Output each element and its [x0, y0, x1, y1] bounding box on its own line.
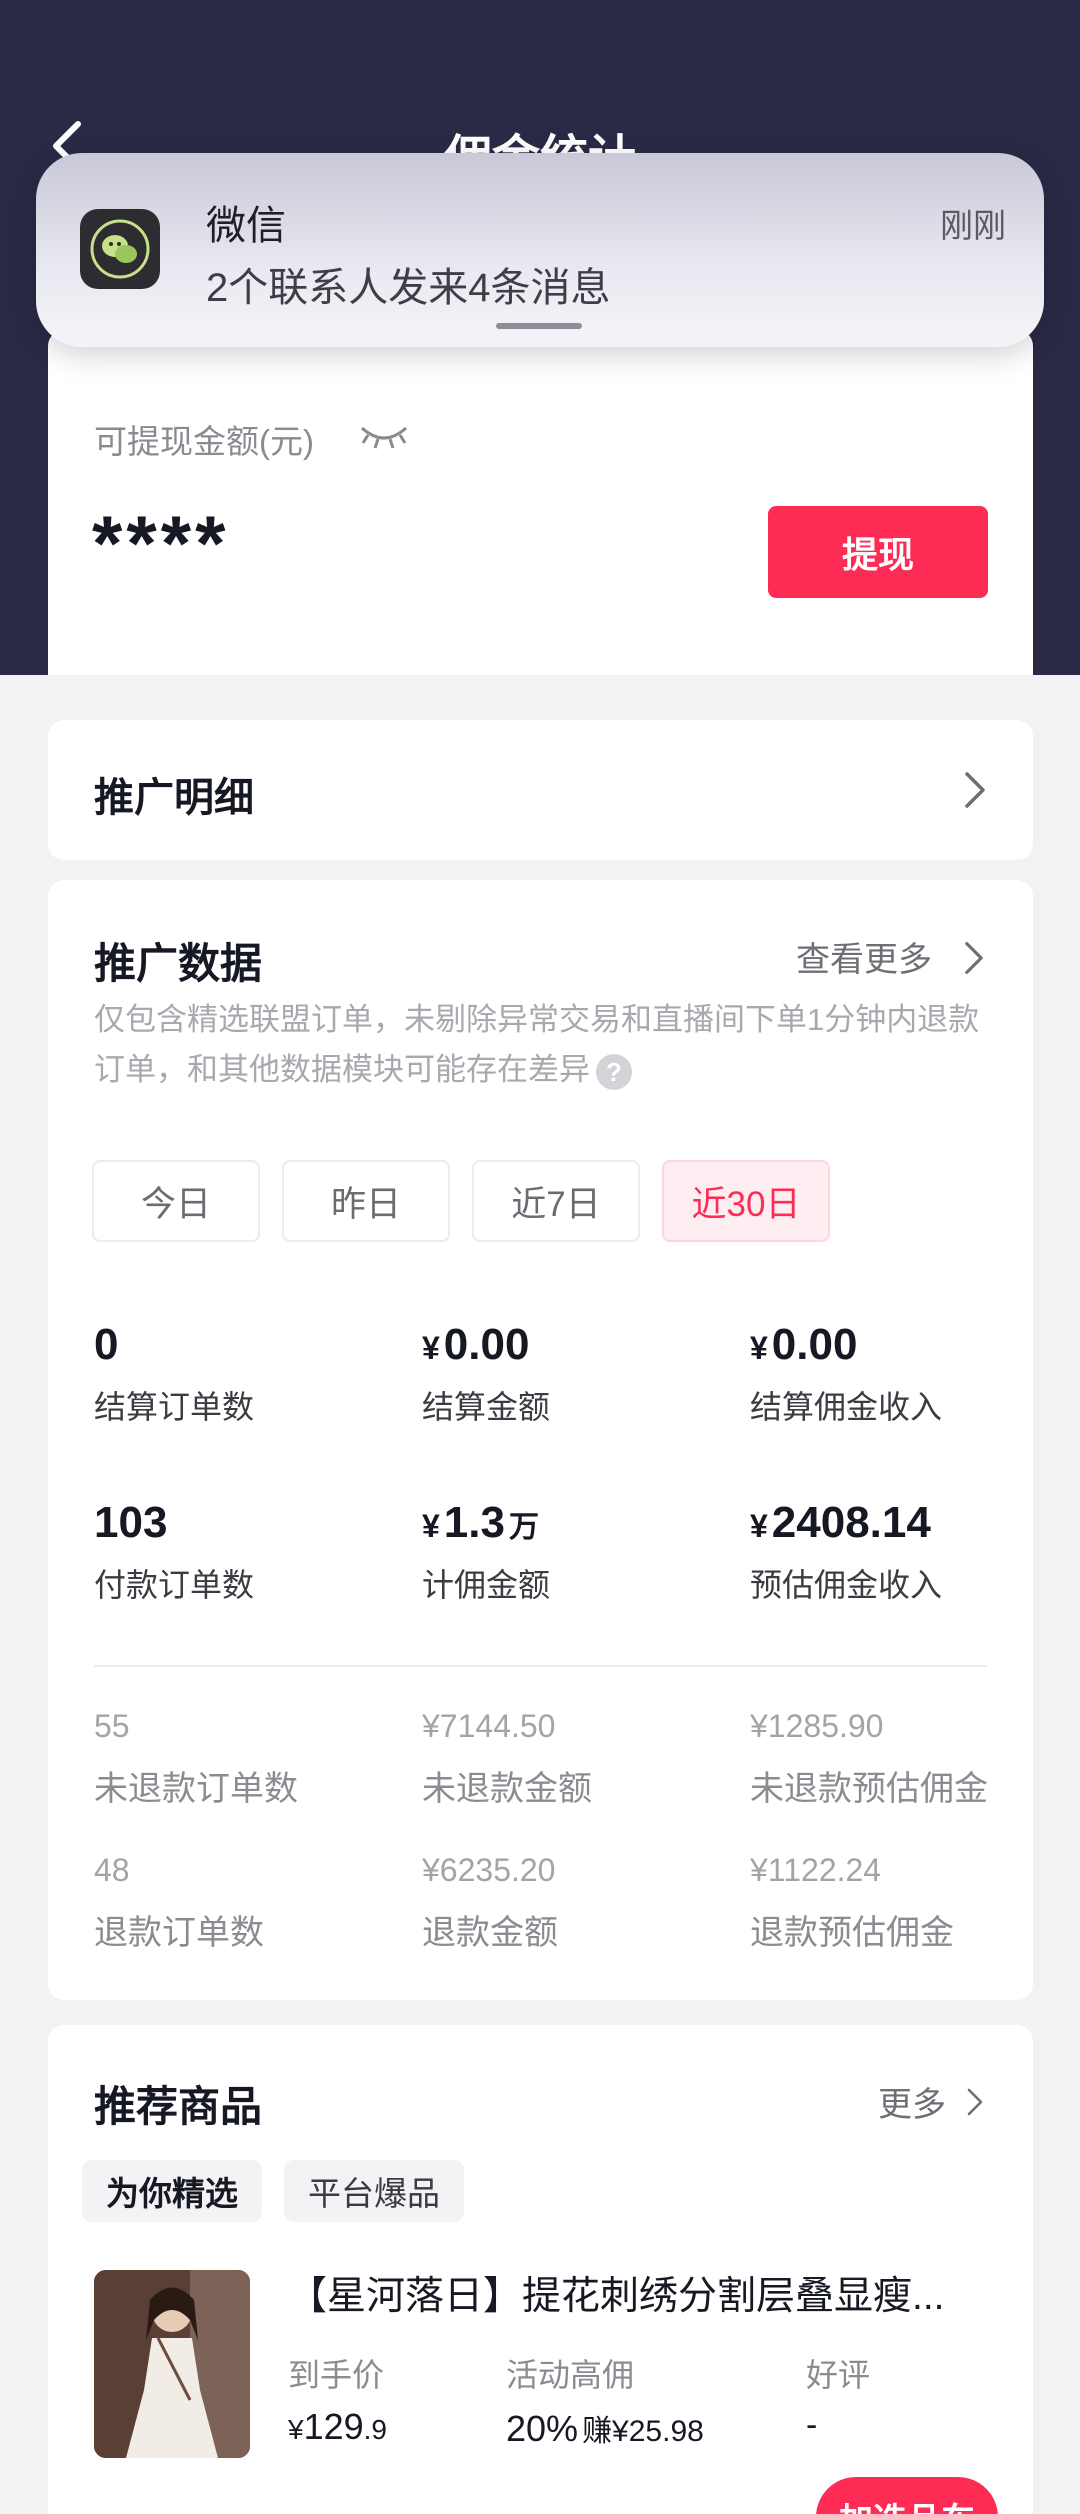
metric-value: 2408.14 [771, 1498, 931, 1547]
tab-7-days[interactable]: 近7日 [472, 1160, 640, 1242]
price-label: 到手价 [288, 2357, 385, 2393]
balance-value: **** [92, 499, 230, 587]
sub-metric-value: ¥6235.20 [422, 1852, 556, 1888]
metric-unit: 万 [508, 1511, 539, 1544]
notification-banner[interactable]: 微信 2个联系人发来4条消息 刚刚 [36, 153, 1044, 347]
tab-30-days[interactable]: 近30日 [662, 1160, 830, 1242]
rating-label: 好评 [806, 2357, 871, 2393]
chevron-right-icon[interactable] [966, 2087, 984, 2117]
tab-hot[interactable]: 平台爆品 [284, 2160, 464, 2222]
chevron-right-icon[interactable] [963, 940, 985, 976]
metric-value: 0 [94, 1320, 119, 1369]
sub-metric-label: 退款预估佣金 [750, 1914, 954, 1952]
sub-metric-value: ¥1285.90 [750, 1708, 884, 1744]
balance-card: 可提现金额(元) **** 提现 [48, 330, 1033, 675]
metric-paid-orders: 103 付款订单数 [94, 1498, 254, 1606]
product-rating: 好评 - [806, 2350, 870, 2445]
tab-today[interactable]: 今日 [92, 1160, 260, 1242]
sub-metric-value: ¥1122.24 [750, 1852, 882, 1888]
promo-detail-title: 推广明细 [94, 776, 254, 820]
price-decimal: .9 [363, 2414, 388, 2445]
sub-metric-refunded-amount: ¥6235.20 退款金额 [422, 1852, 558, 1954]
promo-data-note-text: 仅包含精选联盟订单，未剔除异常交易和直播间下单1分钟内退款订单，和其他数据模块可… [94, 1002, 980, 1087]
sub-metric-unrefunded-amount: ¥7144.50 未退款金额 [422, 1708, 592, 1810]
wechat-icon [80, 209, 160, 289]
currency-symbol: ¥ [422, 1508, 440, 1544]
sub-metric-label: 退款金额 [422, 1914, 558, 1952]
currency-symbol: ¥ [750, 1330, 768, 1366]
metric-value: 0.00 [443, 1320, 530, 1369]
eye-closed-icon[interactable] [358, 422, 410, 450]
add-to-selection-button[interactable]: 加选品车 [816, 2477, 998, 2514]
tab-curated[interactable]: 为你精选 [82, 2160, 262, 2222]
recommend-title: 推荐商品 [94, 2083, 263, 2130]
sub-metric-label: 未退款金额 [422, 1770, 592, 1808]
commission-earn: 赚¥25.98 [582, 2415, 704, 2448]
view-more-link[interactable]: 查看更多 [796, 932, 932, 981]
recommend-more-link[interactable]: 更多 [878, 2077, 946, 2126]
metric-label: 结算佣金收入 [750, 1389, 943, 1425]
sub-metric-label: 未退款订单数 [94, 1770, 298, 1808]
commission-rate: 20% [506, 2408, 579, 2449]
metric-commission-base: ¥1.3 万 计佣金额 [422, 1498, 550, 1606]
product-name[interactable]: 【星河落日】提花刺绣分割层叠显瘦... [288, 2265, 1008, 2321]
promo-detail-row[interactable]: 推广明细 [48, 720, 1033, 860]
sub-metric-unrefunded-orders: 55 未退款订单数 [94, 1708, 298, 1810]
metric-value: 1.3 [443, 1498, 505, 1547]
tab-yesterday[interactable]: 昨日 [282, 1160, 450, 1242]
promo-data-note: 仅包含精选联盟订单，未剔除异常交易和直播间下单1分钟内退款订单，和其他数据模块可… [94, 995, 994, 1095]
sub-metric-unrefunded-commission: ¥1285.90 未退款预估佣金 [750, 1708, 988, 1810]
metric-settled-amount: ¥0.00 结算金额 [422, 1320, 550, 1428]
metric-estimated-commission: ¥2408.14 预估佣金收入 [750, 1498, 942, 1606]
chevron-right-icon [965, 772, 985, 808]
metric-label: 预估佣金收入 [750, 1567, 943, 1603]
sub-metric-label: 未退款预估佣金 [750, 1770, 988, 1808]
product-commission: 活动高佣 20% 赚¥25.98 [506, 2350, 704, 2450]
metric-settled-orders: 0 结算订单数 [94, 1320, 254, 1428]
product-image[interactable] [94, 2270, 250, 2458]
metric-label: 付款订单数 [94, 1567, 255, 1603]
divider [94, 1665, 987, 1667]
sub-metric-label: 退款订单数 [94, 1914, 264, 1952]
notification-message: 2个联系人发来4条消息 [206, 266, 611, 310]
withdraw-button[interactable]: 提现 [768, 506, 988, 598]
sub-metric-value: ¥7144.50 [422, 1708, 556, 1744]
sub-metric-refunded-commission: ¥1122.24 退款预估佣金 [750, 1852, 954, 1954]
notification-handle[interactable] [496, 323, 582, 329]
commission-label: 活动高佣 [506, 2357, 635, 2393]
notification-time: 刚刚 [940, 207, 1006, 244]
promo-data-card: 推广数据 查看更多 仅包含精选联盟订单，未剔除异常交易和直播间下单1分钟内退款订… [48, 880, 1033, 2000]
metric-label: 结算金额 [422, 1389, 551, 1425]
period-tabs: 今日 昨日 近7日 近30日 [92, 1160, 830, 1242]
sub-metric-value: 55 [94, 1708, 130, 1744]
sub-metric-value: 48 [94, 1852, 130, 1888]
promo-data-title: 推广数据 [94, 940, 263, 987]
price-integer: 129 [303, 2406, 364, 2447]
currency-symbol: ¥ [422, 1330, 440, 1366]
help-icon[interactable]: ? [596, 1053, 632, 1090]
recommend-tabs: 为你精选 平台爆品 [82, 2160, 464, 2222]
metric-value: 103 [94, 1498, 168, 1547]
metric-label: 计佣金额 [422, 1567, 551, 1603]
price-currency: ¥ [288, 2414, 304, 2445]
currency-symbol: ¥ [750, 1508, 768, 1544]
notification-app-name: 微信 [206, 204, 286, 248]
balance-label: 可提现金额(元) [94, 423, 314, 460]
recommend-card: 推荐商品 更多 为你精选 平台爆品 【星河落日】提花刺绣分割层叠显瘦... 到手… [48, 2025, 1033, 2514]
metric-value: 0.00 [771, 1320, 858, 1369]
rating-value: - [806, 2406, 818, 2444]
sub-metric-refunded-orders: 48 退款订单数 [94, 1852, 264, 1954]
metric-settled-commission: ¥0.00 结算佣金收入 [750, 1320, 942, 1428]
product-price: 到手价 ¥129.9 [288, 2350, 387, 2448]
metric-label: 结算订单数 [94, 1389, 255, 1425]
